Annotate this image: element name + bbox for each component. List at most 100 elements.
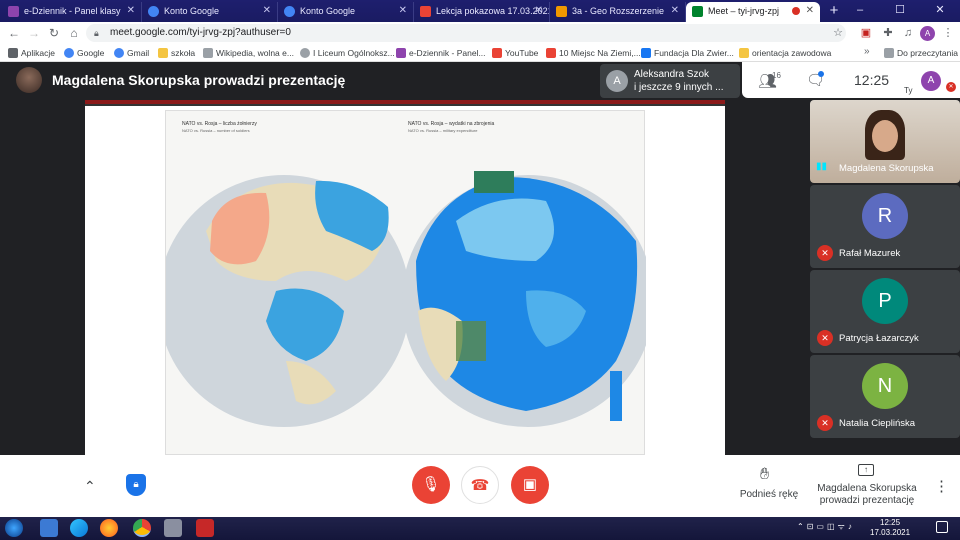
camera-off-button[interactable]: ▣ — [511, 466, 549, 504]
close-tab-icon[interactable]: ✕ — [671, 2, 679, 20]
lock-icon[interactable]: 🔒︎ — [94, 28, 99, 39]
meeting-safety-shield-icon[interactable]: 🔒︎ — [126, 474, 146, 496]
tab-geo-rozszerzenie[interactable]: 3a - Geo Rozszerzenie ✕ — [550, 2, 686, 22]
google-favicon-icon — [148, 6, 159, 17]
raise-hand-label[interactable]: Podnieś rękę — [738, 489, 800, 500]
bookmark-label: szkoła — [171, 48, 196, 58]
start-button-icon[interactable] — [5, 519, 23, 537]
participant-tile-rafal[interactable]: R ✕ Rafał Mazurek — [810, 185, 960, 268]
close-window-button[interactable]: ✕ — [920, 0, 960, 22]
extensions-icon[interactable]: ✚ — [880, 25, 896, 41]
taskbar-time: 12:25 — [880, 518, 901, 527]
close-tab-icon[interactable]: ✕ — [399, 2, 407, 20]
save-app-icon[interactable] — [40, 519, 58, 537]
globe-maps-svg: NATO vs. Rosja – liczba żołnierzy NATO v… — [158, 121, 654, 427]
participant-name: Rafał Mazurek — [839, 248, 901, 259]
close-tab-icon[interactable]: ✕ — [806, 2, 814, 20]
chevron-up-icon[interactable]: ⌃ — [84, 478, 96, 495]
bookmark-orientacja[interactable]: orientacja zawodowa — [739, 46, 831, 60]
firefox-icon[interactable] — [100, 519, 118, 537]
tab-konto-google-2[interactable]: Konto Google ✕ — [278, 2, 414, 22]
tab-meet-active[interactable]: Meet – tyi-jrvg-zpj ✕ — [686, 2, 820, 22]
youtube-icon — [546, 48, 556, 58]
chat-unread-dot-icon — [818, 71, 824, 77]
bookmark-label: Fundacja Dla Zwier... — [654, 48, 734, 58]
bookmark-youtube[interactable]: YouTube — [492, 46, 538, 60]
minimize-button[interactable]: – — [840, 0, 880, 22]
bookmark-liceum[interactable]: I Liceum Ogólnoksz... — [300, 46, 395, 60]
forward-arrow-icon[interactable]: → — [26, 25, 42, 41]
taskbar-clock[interactable]: 12:25 17.03.2021 — [870, 518, 910, 538]
bookmarks-overflow-icon[interactable]: » — [864, 46, 870, 57]
bookmark-label: I Liceum Ogólnoksz... — [313, 48, 395, 58]
bookmark-label: Gmail — [127, 48, 150, 58]
presenter-face — [872, 120, 898, 152]
recording-dot-icon — [792, 7, 800, 15]
profile-avatar[interactable]: A — [920, 26, 935, 41]
app-red-icon[interactable] — [196, 519, 214, 537]
google-icon — [114, 48, 124, 58]
presenting-label-line1[interactable]: Magdalena Skorupska — [812, 483, 922, 494]
home-icon[interactable]: ⌂ — [66, 25, 82, 41]
tab-lekcja-pokazowa[interactable]: Lekcja pokazowa 17.03.2021 ✕ — [414, 2, 550, 22]
edziennik-favicon-icon — [8, 6, 19, 17]
more-options-icon[interactable]: ⋮ — [934, 477, 949, 495]
bookmark-szkola[interactable]: szkoła — [158, 46, 195, 60]
edge-browser-icon[interactable] — [70, 519, 88, 537]
bookmark-fundacja[interactable]: Fundacja Dla Zwier... — [641, 46, 734, 60]
tab-label: Konto Google — [300, 6, 356, 16]
tab-label: e-Dziennik - Panel klasy — [24, 6, 121, 16]
tab-label: 3a - Geo Rozszerzenie — [572, 6, 665, 16]
bookmark-aplikacje[interactable]: Aplikacje — [8, 46, 55, 60]
notifications-icon[interactable] — [936, 521, 948, 533]
presenting-label-line2[interactable]: prowadzi prezentację — [812, 495, 922, 506]
raise-hand-icon[interactable]: ✋︎ — [760, 466, 769, 484]
presenter-avatar — [16, 67, 42, 93]
leave-call-button[interactable]: ☎︎ — [461, 466, 499, 504]
calculator-icon[interactable] — [164, 519, 182, 537]
bookmark-gmail[interactable]: Gmail — [114, 46, 149, 60]
menu-kebab-icon[interactable]: ⋮ — [940, 25, 956, 41]
wikipedia-icon — [203, 48, 213, 58]
participant-tile-patrycja[interactable]: P ✕ Patrycja Łazarczyk — [810, 270, 960, 353]
meet-favicon-icon — [692, 6, 703, 17]
media-icon[interactable]: ♫ — [900, 25, 916, 41]
participant-tile-presenter[interactable]: ▮▮ Magdalena Skorupska — [810, 100, 960, 183]
bookmark-edziennik[interactable]: e-Dziennik - Panel... — [396, 46, 486, 60]
tab-label: Meet – tyi-jrvg-zpj — [708, 6, 780, 16]
microphone-off-button[interactable]: 🎙︎ — [412, 466, 450, 504]
folder-icon — [158, 48, 168, 58]
mic-off-icon: 🎙︎ — [421, 476, 441, 493]
edziennik-icon — [396, 48, 406, 58]
slide-header-stripe-dark — [85, 104, 725, 106]
bookmark-google[interactable]: Google — [64, 46, 104, 60]
close-tab-icon[interactable]: ✕ — [127, 2, 135, 20]
classroom-favicon-icon — [556, 6, 567, 17]
reading-list[interactable]: Do przeczytania — [884, 46, 958, 60]
globe-icon — [300, 48, 310, 58]
google-favicon-icon — [284, 6, 295, 17]
close-tab-icon[interactable]: ✕ — [535, 2, 543, 20]
pdf-extension-icon[interactable]: ▣ — [858, 25, 874, 41]
bookmark-wikipedia[interactable]: Wikipedia, wolna e... — [203, 46, 294, 60]
mic-off-icon: ✕ — [817, 330, 833, 346]
tab-konto-google-1[interactable]: Konto Google ✕ — [142, 2, 278, 22]
reload-icon[interactable]: ↻ — [46, 25, 62, 41]
tab-edziennik[interactable]: e-Dziennik - Panel klasy ✕ — [2, 2, 142, 22]
bookmark-10-miejsc[interactable]: 10 Miejsc Na Ziemi,... — [546, 46, 641, 60]
left-map-subtitle: NATO vs. Russia – number of soldiers — [182, 128, 250, 133]
back-arrow-icon[interactable]: ← — [6, 25, 22, 41]
present-screen-icon[interactable]: ↑ — [858, 464, 874, 476]
camera-off-icon: ▣ — [522, 476, 538, 493]
participant-tile-natalia[interactable]: N ✕ Natalia Cieplińska — [810, 355, 960, 438]
participant-count: 16 — [772, 71, 781, 80]
close-tab-icon[interactable]: ✕ — [263, 2, 271, 20]
bookmark-star-icon[interactable]: ☆ — [830, 25, 846, 41]
url-text[interactable]: meet.google.com/tyi-jrvg-zpj?authuser=0 — [110, 27, 291, 38]
chrome-icon[interactable] — [133, 519, 151, 537]
maximize-button[interactable]: ☐ — [880, 0, 920, 22]
system-tray-icons[interactable]: ⌃⊡▭◫ᯤ♪ — [797, 521, 855, 532]
bookmark-label: e-Dziennik - Panel... — [409, 48, 486, 58]
people-pill-avatar: A — [606, 70, 628, 92]
right-map-subtitle: NATO vs. Russia – military expenditure — [408, 128, 478, 133]
